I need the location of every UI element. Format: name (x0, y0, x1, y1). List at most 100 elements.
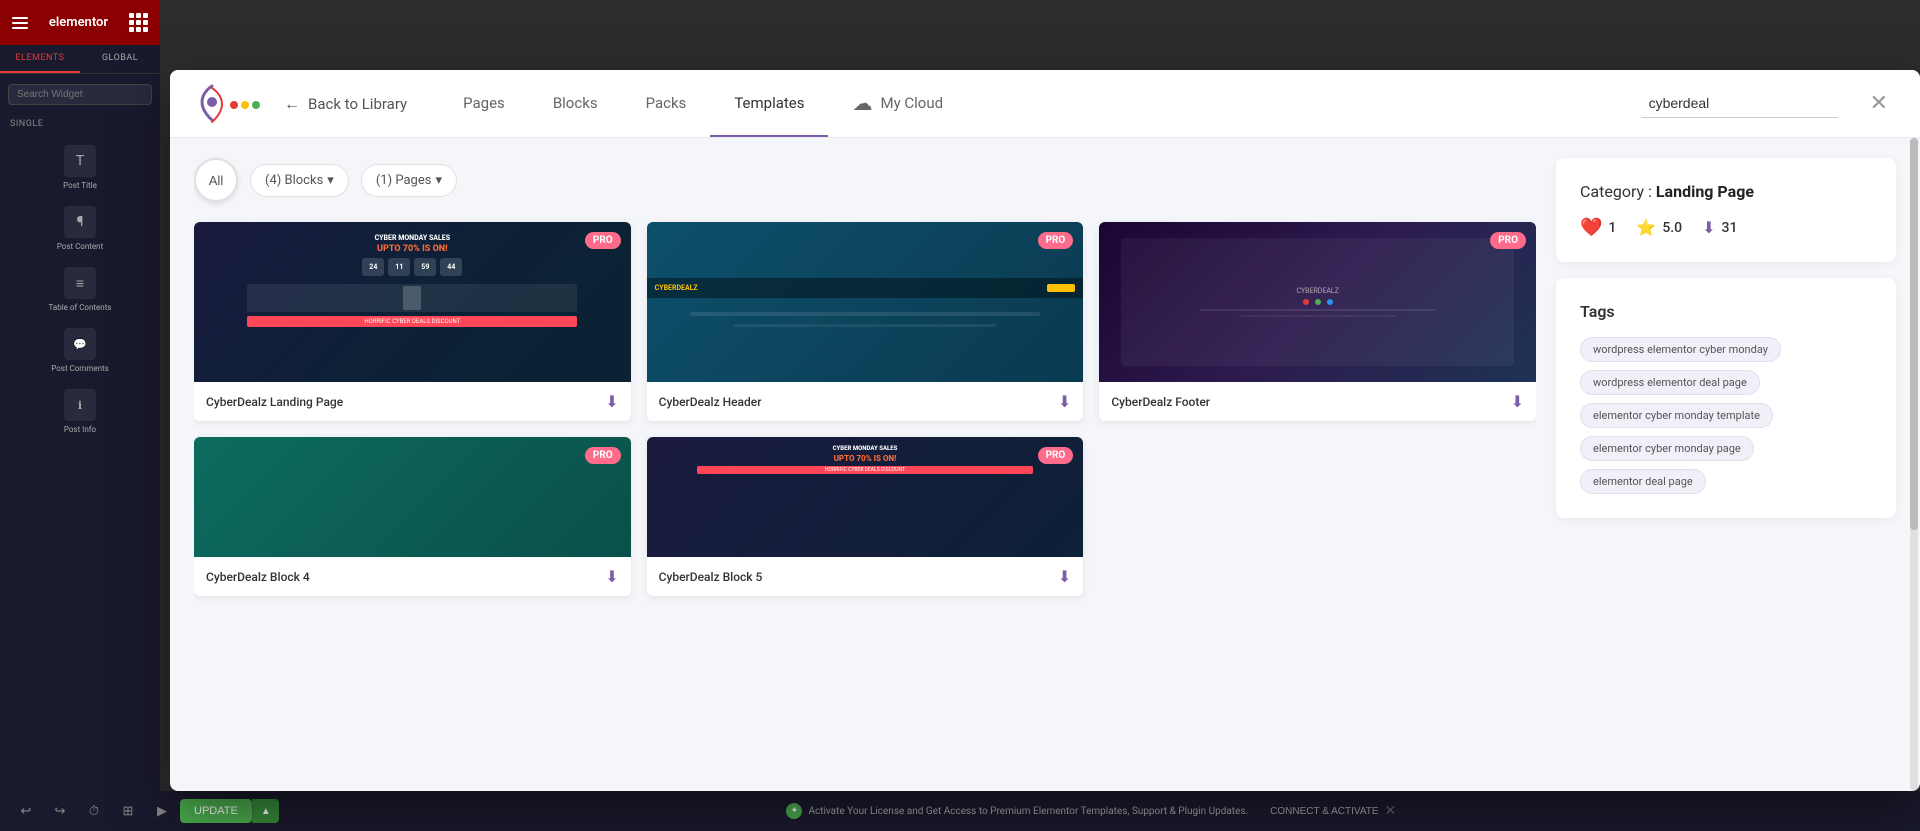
modal-logo-area (194, 84, 260, 124)
download-icon-3[interactable]: ⬇ (1511, 392, 1524, 411)
tag-1[interactable]: wordpress elementor cyber monday (1580, 337, 1781, 362)
heart-icon: ❤️ (1580, 217, 1602, 238)
countdown-seconds: 59 (414, 258, 436, 276)
template-preview-2: PRO CYBERDEALZ (647, 222, 1084, 382)
sidebar-item-post-comments[interactable]: 💬 Post Comments (8, 320, 152, 381)
post-content-label: Post Content (57, 242, 103, 251)
header-preview: CYBERDEALZ (647, 222, 1084, 382)
stat-rating: ⭐ 5.0 (1636, 218, 1682, 237)
post-info-label: Post Info (64, 425, 96, 434)
filter-all-button[interactable]: All (194, 158, 238, 202)
card-title-1: CyberDealz Landing Page (206, 395, 343, 409)
back-arrow-icon: ← (284, 94, 300, 114)
cyberdealz-text: CYBERDEALZ (655, 284, 698, 292)
back-label-text: Back to Library (308, 95, 407, 113)
dot-3 (1327, 299, 1333, 305)
filter-pages-dropdown[interactable]: (1) Pages ▾ (361, 164, 457, 197)
card-footer-5: CyberDealz Block 5 ⬇ (647, 557, 1084, 596)
dot-2 (1315, 299, 1321, 305)
toc-label: Table of Contents (49, 303, 112, 312)
tags-card: Tags wordpress elementor cyber monday wo… (1556, 278, 1896, 518)
hamburger-icon[interactable] (12, 17, 28, 29)
connect-activate-button[interactable]: CONNECT & ACTIVATE (1270, 806, 1378, 817)
divider-2 (734, 324, 996, 327)
modal-scrollbar[interactable] (1910, 138, 1918, 791)
back-to-library-button[interactable]: ← Back to Library (284, 94, 407, 114)
block5-footer: HORRIFIC CYBER DEALS DISCOUNT (697, 466, 1034, 474)
tag-2[interactable]: wordpress elementor deal page (1580, 370, 1760, 395)
header-preview-inner: CYBERDEALZ (647, 222, 1084, 382)
template-search-input[interactable] (1641, 89, 1838, 118)
tags-list: wordpress elementor cyber monday wordpre… (1580, 337, 1872, 494)
grid-menu-icon[interactable] (129, 13, 148, 32)
download-icon-4[interactable]: ⬇ (605, 567, 618, 586)
promo-footer-bar: HORRIFIC CYBER DEALS DISCOUNT (247, 316, 577, 327)
category-stats: ❤️ 1 ⭐ 5.0 ⬇ 31 (1580, 217, 1872, 238)
post-title-label: Post Title (63, 181, 97, 190)
tab-pages[interactable]: Pages (439, 70, 529, 137)
template-preview-1: PRO CYBER MONDAY SALES UPTO 70% IS ON! 2… (194, 222, 631, 382)
divider-1 (690, 312, 1039, 316)
card-footer-1: CyberDealz Landing Page ⬇ (194, 382, 631, 421)
search-area: ✕ (1641, 87, 1896, 120)
download-icon-5[interactable]: ⬇ (1058, 567, 1071, 586)
dot-1 (1303, 299, 1309, 305)
template-card-3[interactable]: PRO CYBERDEALZ (1099, 222, 1536, 421)
sidebar-item-post-info[interactable]: ℹ Post Info (8, 381, 152, 442)
redo-icon[interactable]: ↪ (50, 801, 70, 821)
history-icon[interactable]: ⏱ (84, 801, 104, 821)
download-count-icon: ⬇ (1702, 218, 1715, 237)
tag-4[interactable]: elementor cyber monday page (1580, 436, 1754, 461)
tab-templates[interactable]: Templates (710, 70, 828, 137)
template-card-1[interactable]: PRO CYBER MONDAY SALES UPTO 70% IS ON! 2… (194, 222, 631, 421)
category-info-card: Category : Landing Page ❤️ 1 ⭐ 5.0 ⬇ 31 (1556, 158, 1896, 262)
template-card-4[interactable]: PRO CyberDealz Block 4 ⬇ (194, 437, 631, 596)
pro-badge-4: PRO (585, 447, 621, 464)
sidebar-item-post-content[interactable]: ¶ Post Content (8, 198, 152, 259)
filter-blocks-dropdown[interactable]: (4) Blocks ▾ (250, 164, 349, 197)
tag-3[interactable]: elementor cyber monday template (1580, 403, 1773, 428)
post-content-icon: ¶ (64, 206, 96, 238)
block5-line1: CYBER MONDAY SALES (833, 445, 898, 452)
template-preview-5: PRO CYBER MONDAY SALES UPTO 70% IS ON! H… (647, 437, 1084, 557)
settings-icon[interactable]: ▶ (152, 801, 172, 821)
scrollbar-thumb (1910, 138, 1918, 530)
update-button[interactable]: UPDATE (180, 799, 252, 823)
templates-grid: PRO CYBER MONDAY SALES UPTO 70% IS ON! 2… (194, 222, 1536, 596)
template-card-2[interactable]: PRO CYBERDEALZ (647, 222, 1084, 421)
download-icon-2[interactable]: ⬇ (1058, 392, 1071, 411)
block5-line2: UPTO 70% IS ON! (834, 454, 897, 463)
bottom-bar-left: ↩ ↪ ⏱ ⊞ ▶ UPDATE ▲ (16, 799, 279, 823)
sidebar-search-area (0, 74, 160, 113)
tab-packs[interactable]: Packs (622, 70, 711, 137)
promo-line2: UPTO 70% IS ON! (377, 244, 448, 254)
sidebar-item-post-title[interactable]: T Post Title (8, 137, 152, 198)
close-modal-button[interactable]: ✕ (1862, 87, 1896, 120)
cloud-icon: ☁ (852, 91, 872, 115)
elementor-logo-text: elementor (49, 15, 108, 30)
tab-my-cloud[interactable]: ☁ My Cloud (828, 70, 967, 137)
responsive-icon[interactable]: ⊞ (118, 801, 138, 821)
tab-global[interactable]: GLOBAL (80, 45, 160, 73)
tab-blocks[interactable]: Blocks (529, 70, 622, 137)
section-single-label: SINGLE (0, 113, 160, 133)
star-icon: ⭐ (1636, 218, 1656, 237)
undo-icon[interactable]: ↩ (16, 801, 36, 821)
sidebar-item-table-of-contents[interactable]: ≡ Table of Contents (8, 259, 152, 320)
countdown-ms: 44 (440, 258, 462, 276)
search-widget-input[interactable] (8, 84, 152, 105)
update-arrow-button[interactable]: ▲ (252, 799, 279, 823)
template-card-5[interactable]: PRO CYBER MONDAY SALES UPTO 70% IS ON! H… (647, 437, 1084, 596)
logo-dots (230, 101, 260, 109)
tag-5[interactable]: elementor deal page (1580, 469, 1706, 494)
template-preview-4: PRO (194, 437, 631, 557)
countdown-row: 24 11 59 44 (362, 258, 462, 276)
templatera-logo-icon (194, 84, 230, 124)
stat-downloads: ⬇ 31 (1702, 218, 1737, 237)
card-title-4: CyberDealz Block 4 (206, 570, 310, 584)
tab-elements[interactable]: ELEMENTS (0, 45, 80, 73)
close-activate-bar-button[interactable]: ✕ (1385, 803, 1397, 819)
download-icon-1[interactable]: ⬇ (605, 392, 618, 411)
likes-count: 1 (1608, 220, 1616, 236)
modal-header: ← Back to Library Pages Blocks Packs Tem… (170, 70, 1920, 138)
